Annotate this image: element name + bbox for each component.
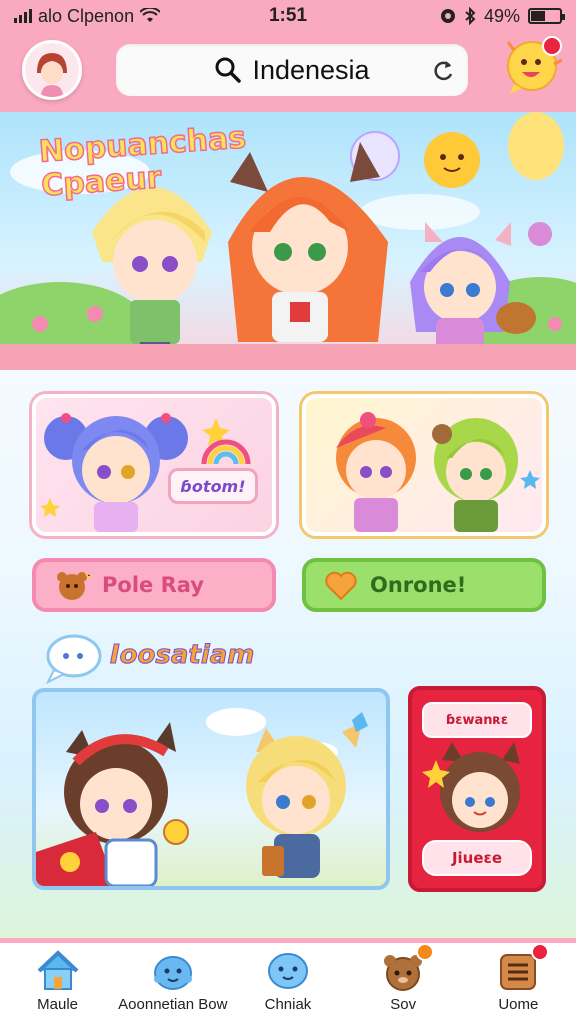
search-icon [215, 57, 242, 83]
promo-card[interactable]: ɓɛwanʀɛ Jiueɛe [408, 686, 546, 892]
app-header: alo Clpenon 1:51 49% Indenesia [0, 0, 576, 112]
clock: 1:51 [268, 5, 308, 26]
promo-character [422, 742, 520, 832]
blob-icon [153, 956, 192, 990]
pole-ray-label: Pole Ray [102, 573, 204, 597]
nav-item-chniak[interactable]: Chniak [233, 943, 343, 1013]
promo-label: Jiueɛe [422, 840, 532, 876]
chat-blob-icon [267, 953, 308, 989]
nav-label: Maule [37, 996, 79, 1013]
notification-badge [416, 943, 435, 961]
refresh-icon[interactable] [432, 58, 454, 82]
wifi-icon [140, 8, 161, 22]
pole-ray-button[interactable]: Pole Ray [32, 558, 276, 612]
nav-label: Sov [390, 996, 417, 1013]
mascot-chat-icon[interactable] [504, 34, 566, 96]
bottom-nav: Maule Aoonnetian Bow Chniak Sov Uome [0, 938, 576, 1024]
duo-characters [336, 412, 540, 532]
bluetooth-icon [465, 7, 476, 25]
promo-heading: ɓɛwanʀɛ [422, 702, 532, 738]
feature-card-left[interactable]: ɓotom! [32, 394, 276, 536]
card-label: ɓotom! [168, 468, 258, 504]
nav-item-uome[interactable]: Uome [463, 943, 573, 1013]
heart-icon [325, 571, 357, 601]
onrone-label: Onrone! [370, 573, 467, 597]
search-bar[interactable]: Indenesia [116, 44, 468, 96]
signal-icon [14, 9, 32, 23]
twin-tail-character [40, 413, 251, 532]
cookie-bear-icon [57, 572, 90, 600]
nav-item-sov[interactable]: Sov [348, 943, 458, 1013]
nav-label: Aoonnetian Bow [118, 996, 228, 1013]
alarm-icon [440, 9, 455, 23]
battery-icon [528, 8, 565, 24]
feature-card-right[interactable] [302, 394, 546, 536]
featured-scene-card[interactable] [32, 688, 390, 890]
nav-item-home[interactable]: Maule [3, 943, 113, 1013]
nav-label: Chniak [264, 996, 312, 1013]
notification-badge [531, 943, 550, 961]
house-icon [37, 950, 78, 990]
onrone-button[interactable]: Onrone! [302, 558, 546, 612]
hero-banner[interactable]: Nopuanchas Cpaeur [0, 112, 576, 370]
battery-percent: 49% [483, 5, 520, 26]
speech-bubble-icon [45, 634, 102, 684]
status-bar: alo Clpenon 1:51 49% [0, 0, 576, 32]
section-title: Ioosatiam [109, 640, 255, 671]
nav-item-aoonnetian[interactable]: Aoonnetian Bow [118, 943, 228, 1013]
search-input[interactable]: Indenesia [252, 55, 369, 86]
scene-illustration [36, 708, 368, 886]
banner-ground [0, 344, 576, 370]
carrier-name: alo Clpenon [38, 5, 135, 26]
nav-label: Uome [498, 996, 539, 1013]
avatar[interactable] [22, 40, 82, 100]
